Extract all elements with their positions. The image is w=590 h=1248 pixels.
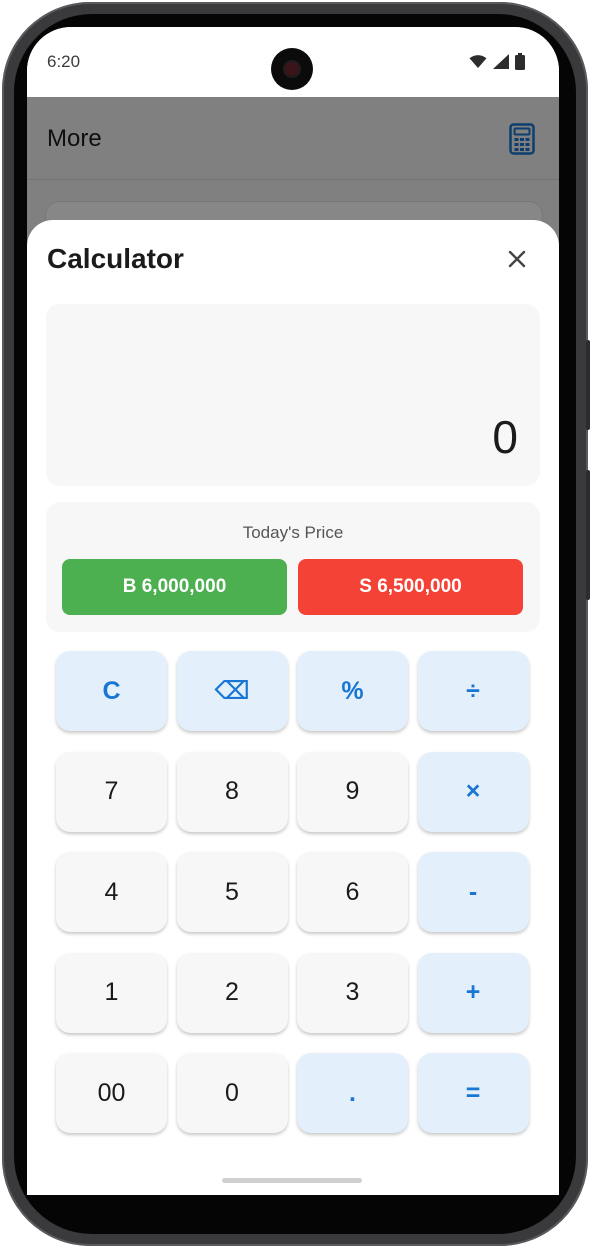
digit-1-key[interactable]: 1: [56, 952, 167, 1033]
sell-price-button[interactable]: S 6,500,000: [298, 559, 523, 615]
todays-price-panel: Today's Price B 6,000,000 S 6,500,000: [46, 502, 540, 632]
digit-4-key[interactable]: 4: [56, 852, 167, 932]
price-label: Today's Price: [242, 523, 344, 542]
digit-9-key[interactable]: 9: [297, 751, 408, 832]
equals-key[interactable]: =: [417, 1053, 529, 1133]
wifi-icon: [469, 54, 487, 74]
digit-8-key[interactable]: 8: [176, 751, 288, 832]
home-indicator[interactable]: [222, 1178, 362, 1183]
digit-2-key[interactable]: 2: [176, 952, 288, 1033]
digit-0-key[interactable]: 0: [176, 1053, 288, 1133]
digit-7-key[interactable]: 7: [56, 751, 167, 832]
close-icon: [508, 250, 526, 273]
volume-button: [586, 340, 590, 430]
battery-icon: [515, 53, 525, 75]
phone-screen: 6:20 More Calculator 0 Today's Price B 6…: [27, 27, 559, 1195]
signal-icon: [493, 54, 509, 74]
power-button: [586, 470, 590, 600]
status-bar: 6:20: [27, 27, 559, 97]
status-icons: [469, 53, 525, 75]
percent-key[interactable]: %: [297, 651, 408, 731]
digit-3-key[interactable]: 3: [297, 952, 408, 1033]
calculator-display: 0: [46, 304, 540, 486]
backspace-key[interactable]: ⌫: [176, 651, 288, 731]
digit-6-key[interactable]: 6: [297, 852, 408, 932]
sheet-title: Calculator: [47, 243, 184, 274]
calculator-sheet: Calculator 0 Today's Price B 6,000,000 S…: [27, 220, 559, 1195]
keypad: C ⌫% ÷ 7 8 9 × 4 5 6- 1 2 3 +00 0. =: [56, 651, 530, 1133]
clear-key[interactable]: C: [56, 651, 167, 731]
add-key[interactable]: +: [417, 952, 529, 1033]
close-button[interactable]: [501, 245, 533, 277]
digit-5-key[interactable]: 5: [176, 852, 288, 932]
multiply-key[interactable]: ×: [417, 751, 529, 832]
display-value: 0: [492, 411, 518, 463]
front-camera: [271, 48, 313, 90]
divide-key[interactable]: ÷: [417, 651, 529, 731]
buy-price-button[interactable]: B 6,000,000: [62, 559, 287, 615]
double-zero-key[interactable]: 00: [56, 1053, 167, 1133]
decimal-key[interactable]: .: [297, 1053, 408, 1133]
subtract-key[interactable]: -: [417, 852, 529, 932]
status-time: 6:20: [47, 52, 81, 71]
